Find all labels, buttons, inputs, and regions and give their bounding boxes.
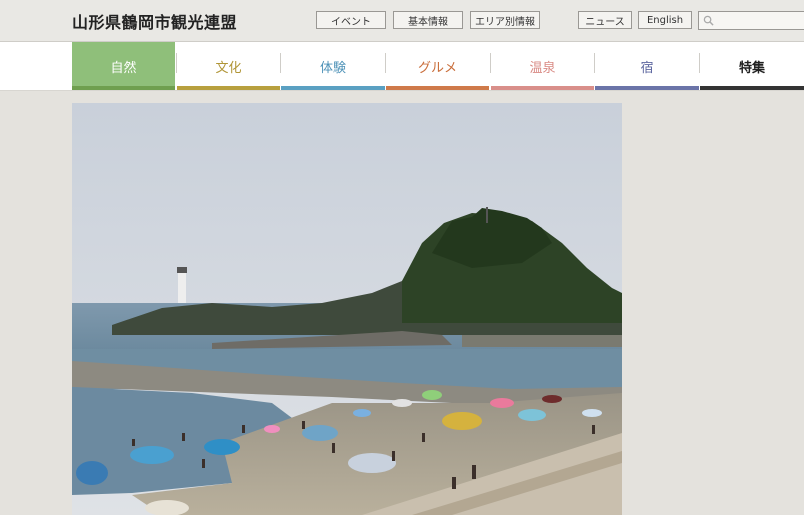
nav-tab-label: 体験 — [319, 60, 346, 76]
news-button[interactable]: ニュース — [578, 11, 632, 29]
nav-tab-onsen[interactable]: 温泉 — [491, 42, 594, 90]
main-navigation: 自然 文化 体験 グルメ 温泉 宿 特集 — [0, 42, 804, 91]
nav-tab-feature[interactable]: 特集 — [700, 42, 804, 90]
nav-tab-label: 特集 — [738, 60, 765, 76]
nav-color-bar — [281, 86, 385, 90]
nav-tab-experience[interactable]: 体験 — [281, 42, 385, 90]
nav-color-bar — [386, 86, 489, 90]
search-input[interactable] — [715, 15, 804, 34]
nav-color-bar — [595, 86, 699, 90]
nav-tab-label: グルメ — [417, 60, 457, 76]
site-logo[interactable]: 山形県鶴岡市観光連盟 — [72, 9, 237, 33]
beach-photo-illustration — [72, 103, 622, 515]
nav-color-bar — [491, 86, 594, 90]
search-icon — [703, 15, 714, 26]
nav-color-bar — [72, 86, 175, 90]
nav-tab-gourmet[interactable]: グルメ — [386, 42, 489, 90]
event-button[interactable]: イベント — [316, 11, 386, 29]
nav-tab-culture[interactable]: 文化 — [177, 42, 280, 90]
search-box — [698, 11, 804, 34]
english-button[interactable]: English — [638, 11, 692, 29]
nav-tab-lodging[interactable]: 宿 — [595, 42, 699, 90]
hero-photo-beach — [72, 103, 622, 515]
nav-tab-nature[interactable]: 自然 — [72, 42, 175, 90]
nav-color-bar — [177, 86, 280, 90]
nav-tab-label: 文化 — [215, 60, 242, 76]
nav-tab-label: 温泉 — [529, 60, 556, 76]
basic-info-button[interactable]: 基本情報 — [393, 11, 463, 29]
nav-color-bar — [700, 86, 804, 90]
top-header: 山形県鶴岡市観光連盟 イベント 基本情報 エリア別情報 ニュース English — [0, 0, 804, 42]
nav-tab-label: 宿 — [640, 60, 654, 76]
area-info-button[interactable]: エリア別情報 — [470, 11, 540, 29]
nav-tab-label: 自然 — [110, 60, 137, 76]
